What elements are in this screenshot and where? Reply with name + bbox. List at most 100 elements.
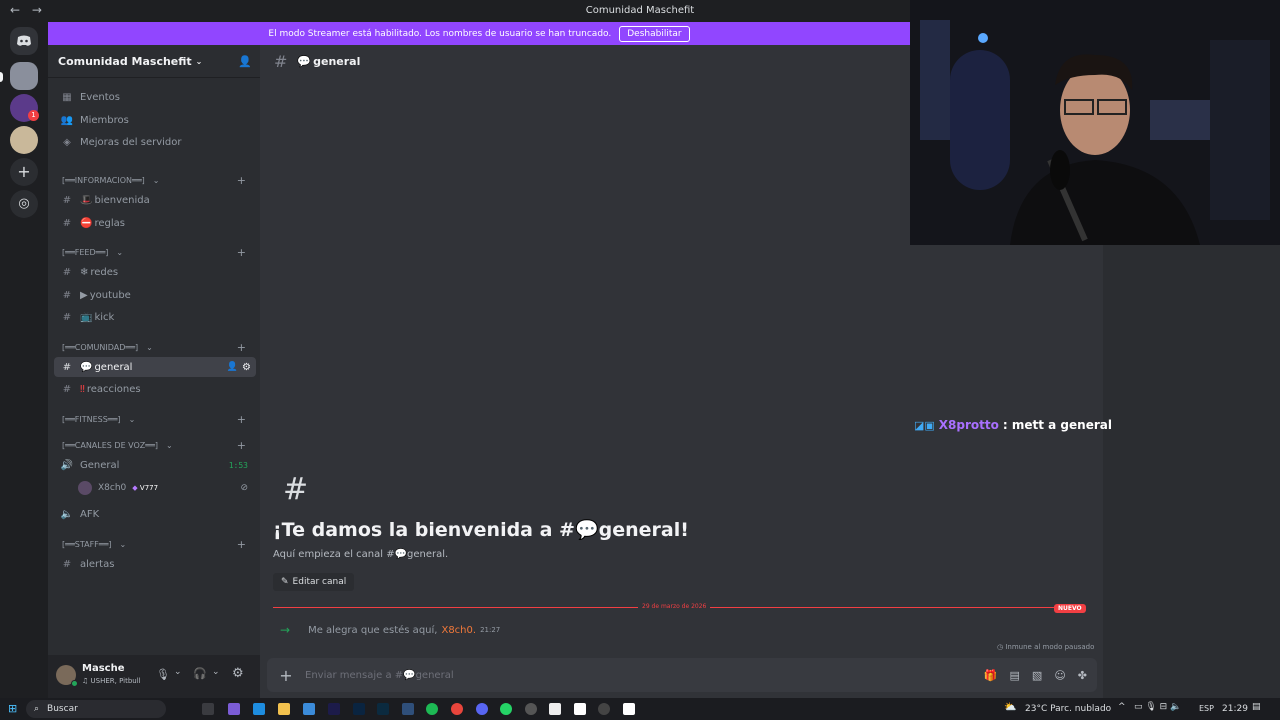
- gem-icon: ◆: [132, 484, 138, 492]
- file-explorer-icon[interactable]: [278, 703, 290, 715]
- add-channel-icon[interactable]: +: [237, 174, 246, 187]
- composer-placeholder[interactable]: Enviar mensaje a #💬general: [305, 670, 454, 681]
- category-comunidad[interactable]: [══COMUNIDAD══] ⌄ +: [62, 341, 252, 354]
- hash-icon: #: [62, 383, 72, 395]
- app-icon-2[interactable]: [303, 703, 315, 715]
- gift-icon[interactable]: 🎁: [984, 669, 998, 682]
- add-channel-icon[interactable]: +: [237, 341, 246, 354]
- taskbar-search[interactable]: ⌕ Buscar: [26, 700, 166, 718]
- message-composer[interactable]: + Enviar mensaje a #💬general 🎁 ▤ ▧ ☺ ✤: [267, 658, 1097, 692]
- sidebar-item-miembros[interactable]: 👥 Miembros: [54, 110, 256, 130]
- discord-home-icon[interactable]: [10, 27, 38, 55]
- photoshop-icon[interactable]: [353, 703, 365, 715]
- voice-channel-afk[interactable]: 🔈 AFK: [54, 504, 256, 524]
- language-indicator[interactable]: ESP: [1199, 704, 1214, 713]
- explore-compass-icon[interactable]: ◎: [10, 190, 38, 218]
- category-informacion[interactable]: [══INFORMACION══] ⌄ +: [62, 174, 252, 187]
- tray-icons[interactable]: ▭ 🎙 ⊟ 🔈: [1134, 702, 1181, 712]
- disable-streamer-button[interactable]: Deshabilitar: [619, 25, 690, 42]
- discord-taskbar-icon[interactable]: [476, 703, 488, 715]
- channel-redes[interactable]: # ❄ redes: [54, 262, 256, 282]
- category-feed[interactable]: [══FEED══] ⌄ +: [62, 246, 252, 259]
- channel-general[interactable]: # 💬 general 👤 ⚙: [54, 357, 256, 377]
- channel-youtube[interactable]: # ▶ youtube: [54, 285, 256, 305]
- hash-icon: #: [62, 558, 72, 570]
- welcome-subtitle: Aquí empieza el canal #💬general.: [273, 549, 449, 560]
- channel-alertas[interactable]: # alertas: [54, 554, 256, 574]
- steam-icon[interactable]: [402, 703, 414, 715]
- pencil-icon: ✎: [281, 577, 289, 587]
- gif-icon[interactable]: ▤: [1010, 669, 1020, 682]
- channel-bienvenida[interactable]: # 🎩 bienvenida: [54, 190, 256, 210]
- add-channel-icon[interactable]: +: [237, 538, 246, 551]
- spotify-icon[interactable]: [426, 703, 438, 715]
- user-settings-gear-icon[interactable]: ⚙: [232, 666, 244, 681]
- channel-label: alertas: [80, 558, 115, 570]
- edit-channel-button[interactable]: ✎ Editar canal: [273, 573, 355, 591]
- boost-icon: ◈: [63, 136, 71, 148]
- welcome-title: ¡Te damos la bienvenida a #💬general!: [273, 519, 689, 541]
- server-header[interactable]: Comunidad Maschefit ⌄ 👤: [48, 45, 260, 78]
- channel-reacciones[interactable]: # ‼ reacciones: [54, 379, 256, 399]
- calendar-icon: ▦: [62, 91, 72, 103]
- sidebar-item-mejoras[interactable]: ◈ Mejoras del servidor: [54, 132, 256, 152]
- tray-chevron-icon[interactable]: ^: [1118, 702, 1126, 712]
- webcam-image: [910, 0, 1280, 245]
- category-canales-voz[interactable]: [══CANALES DE VOZ══] ⌄ +: [62, 439, 252, 452]
- chevron-down-icon[interactable]: ⌄: [174, 667, 182, 677]
- speaker-icon: 🔈: [60, 508, 74, 520]
- add-channel-icon[interactable]: +: [237, 439, 246, 452]
- clock[interactable]: 21:29: [1222, 704, 1248, 714]
- invite-people-icon[interactable]: 👤: [238, 55, 252, 68]
- chevron-down-icon[interactable]: ⌄: [212, 667, 220, 677]
- voice-user[interactable]: X8ch0 ◆ V777 ⊘: [72, 478, 256, 498]
- channel-sidebar: Comunidad Maschefit ⌄ 👤 ▦ Eventos 👥 Miem…: [48, 45, 260, 655]
- channel-kick[interactable]: # 📺 kick: [54, 307, 256, 327]
- speaker-icon: 🔊: [60, 459, 74, 471]
- channel-label: reglas: [94, 217, 125, 229]
- sidebar-item-eventos[interactable]: ▦ Eventos: [54, 87, 256, 107]
- apps-icon[interactable]: ✤: [1078, 669, 1087, 682]
- server-selected-indicator: [0, 72, 3, 82]
- emoji-icon[interactable]: ☺: [1054, 669, 1065, 682]
- windows-start-icon[interactable]: ⊞: [8, 702, 17, 715]
- server-icon-maschefit[interactable]: [10, 62, 38, 90]
- webcam-feed: [910, 0, 1280, 245]
- obs-icon[interactable]: [598, 703, 610, 715]
- add-channel-icon[interactable]: +: [237, 246, 246, 259]
- voice-channel-general[interactable]: 🔊 General 1:53: [54, 455, 256, 475]
- server-icon-3[interactable]: [10, 126, 38, 154]
- weather-text[interactable]: 23°C Parc. nublado: [1025, 704, 1111, 714]
- microphone-icon[interactable]: 🎙: [156, 668, 170, 681]
- hash-icon: #: [62, 289, 72, 301]
- chevron-down-icon: ⌄: [128, 415, 136, 424]
- sticker-icon[interactable]: ▧: [1032, 669, 1042, 682]
- settings-icon[interactable]: [525, 703, 537, 715]
- channel-reglas[interactable]: # ⛔ reglas: [54, 213, 256, 233]
- slowmode-label: Inmune al modo pausado: [1005, 643, 1095, 651]
- app-icon-3[interactable]: [549, 703, 561, 715]
- add-server-icon[interactable]: +: [10, 158, 38, 186]
- notion-icon[interactable]: [574, 703, 586, 715]
- attach-plus-icon[interactable]: +: [267, 666, 305, 685]
- premiere-icon[interactable]: [328, 703, 340, 715]
- add-channel-icon[interactable]: +: [237, 413, 246, 426]
- channel-title: general: [313, 55, 361, 68]
- message-username[interactable]: X8ch0.: [441, 625, 476, 636]
- gear-icon[interactable]: ⚙: [242, 362, 251, 373]
- invite-icon[interactable]: 👤: [227, 362, 238, 372]
- category-label: [══FEED══]: [62, 248, 109, 257]
- headphones-icon[interactable]: 🎧: [193, 667, 207, 680]
- chrome-icon[interactable]: [451, 703, 463, 715]
- notion-icon-2[interactable]: [623, 703, 635, 715]
- category-staff[interactable]: [══STAFF══] ⌄ +: [62, 538, 252, 551]
- edge-icon[interactable]: [253, 703, 265, 715]
- system-message: → Me alegra que estés aquí, X8ch0. 21:27: [280, 623, 500, 637]
- whatsapp-icon[interactable]: [500, 703, 512, 715]
- lightroom-icon[interactable]: [377, 703, 389, 715]
- hash-icon: #: [62, 266, 72, 278]
- app-icon-1[interactable]: [228, 703, 240, 715]
- category-fitness[interactable]: [══FITNESS══] ⌄ +: [62, 413, 252, 426]
- notification-icon[interactable]: ▤: [1252, 702, 1261, 712]
- task-view-icon[interactable]: [202, 703, 214, 715]
